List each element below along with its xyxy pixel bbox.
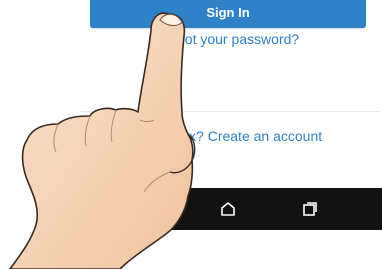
forgot-password-link[interactable]: Forgot your password? xyxy=(156,31,299,47)
sign-in-label: Sign In xyxy=(206,4,250,20)
recents-icon[interactable] xyxy=(302,201,318,217)
sign-in-button[interactable]: Sign In xyxy=(90,0,366,28)
login-screen: Sign In Forgot your password? No Inbox? … xyxy=(0,0,382,269)
create-account-link[interactable]: No Inbox? Create an account xyxy=(140,128,322,144)
divider xyxy=(80,111,380,112)
home-icon[interactable] xyxy=(220,201,236,217)
android-navigation-bar xyxy=(150,188,382,230)
